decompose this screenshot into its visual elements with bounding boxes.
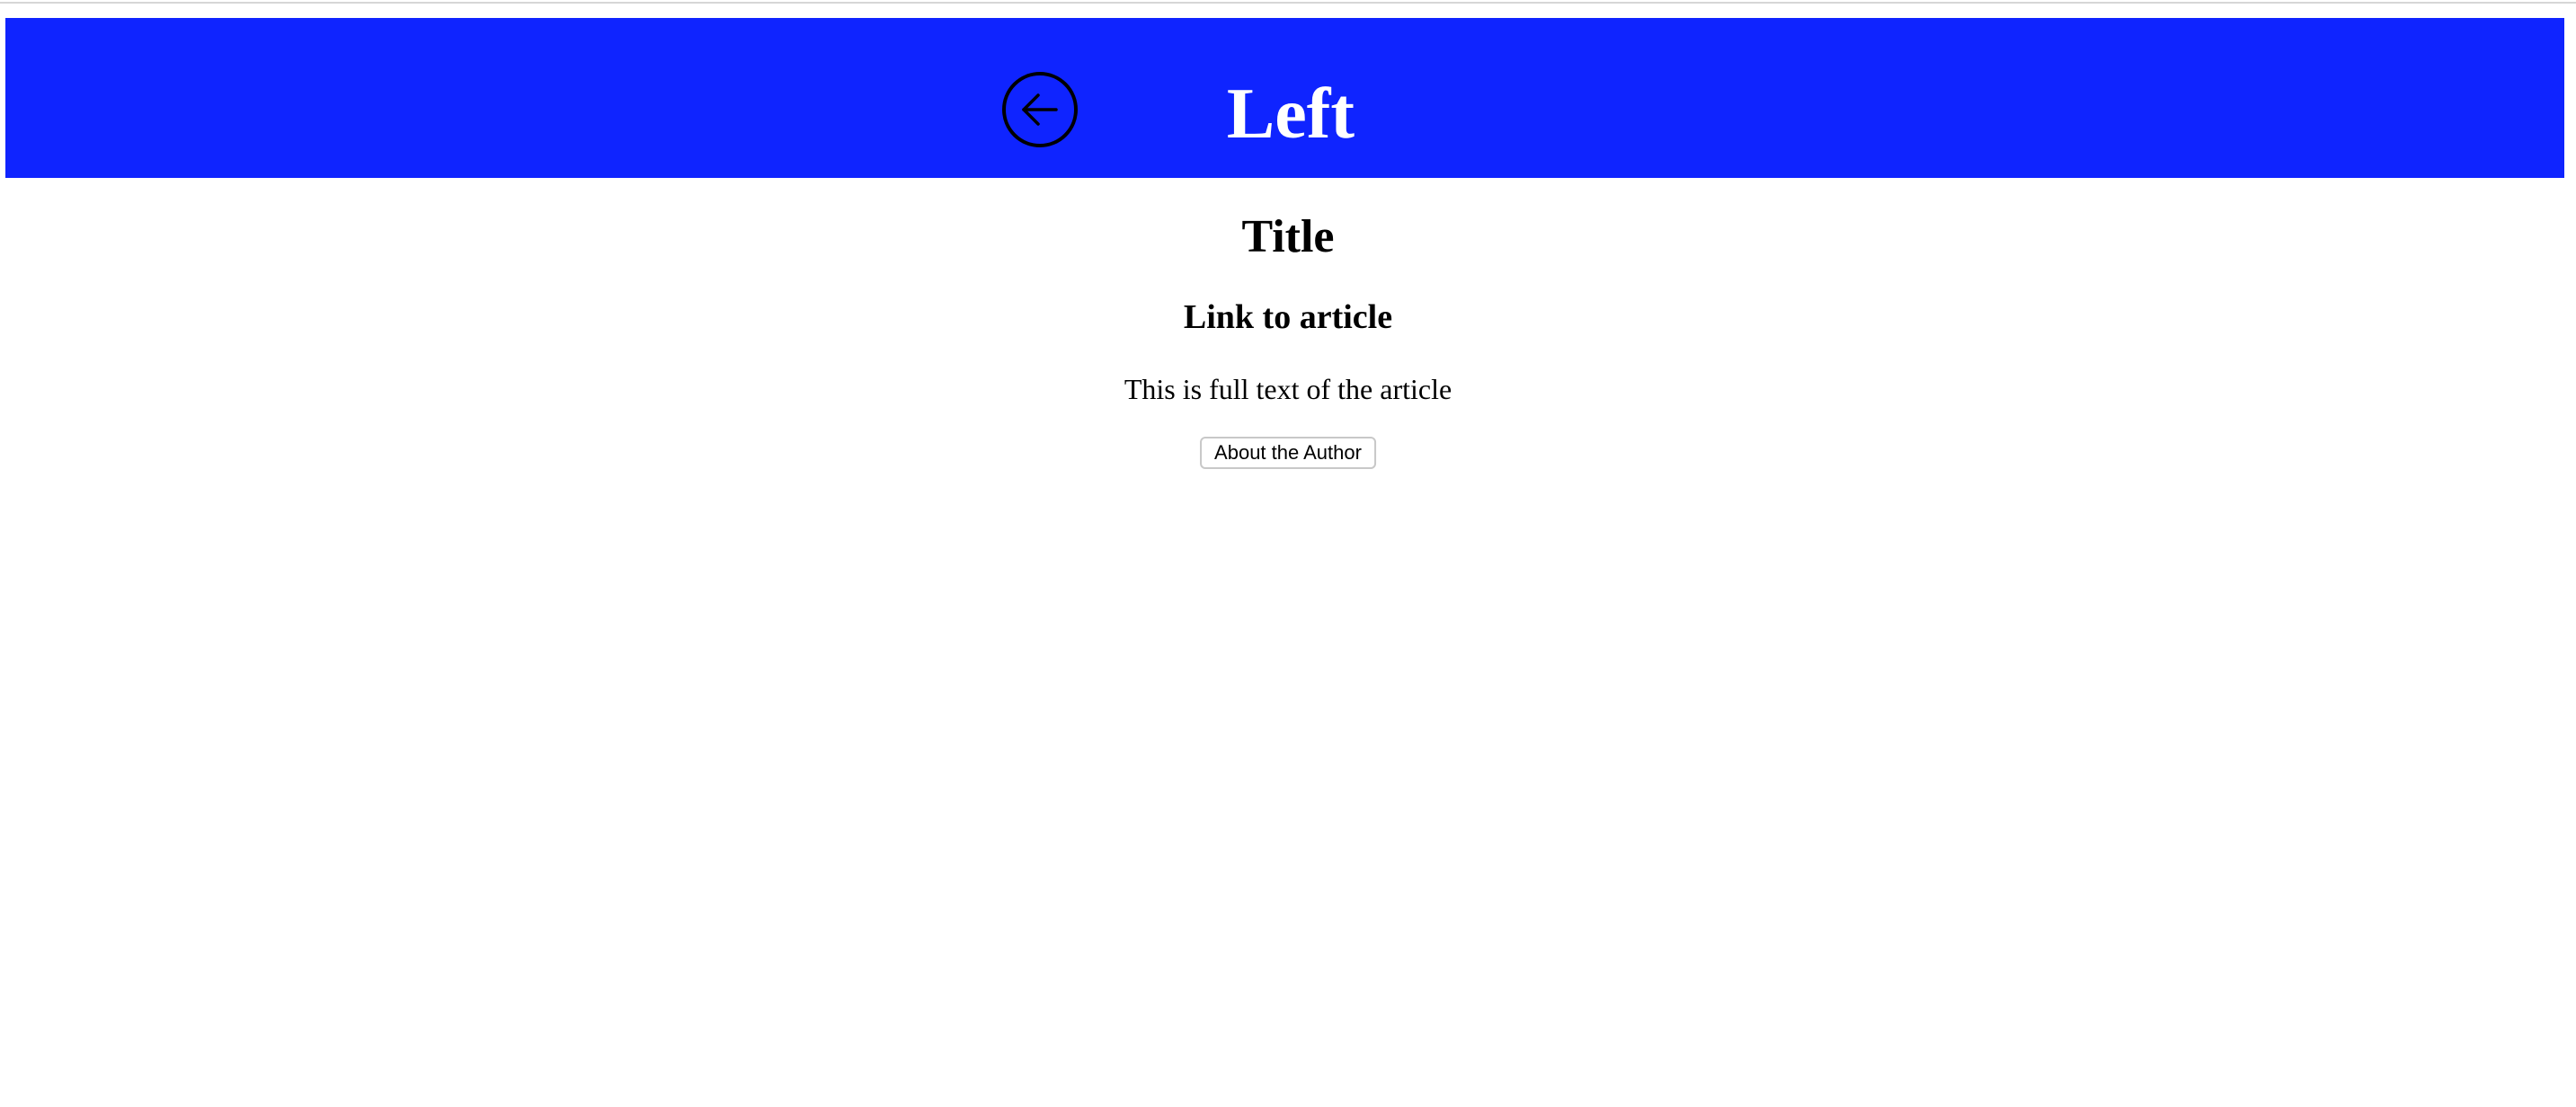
article-title: Title xyxy=(1241,211,1335,262)
header-bar: Left xyxy=(5,18,2564,178)
article-full-text: This is full text of the article xyxy=(1124,373,1452,405)
browser-top-divider xyxy=(0,0,2576,4)
about-author-button[interactable]: About the Author xyxy=(1200,437,1376,469)
header-title: Left xyxy=(1226,75,1355,154)
back-button[interactable] xyxy=(1002,72,1078,147)
arrow-left-icon xyxy=(1015,84,1065,135)
article-link[interactable]: Link to article xyxy=(0,297,2576,338)
